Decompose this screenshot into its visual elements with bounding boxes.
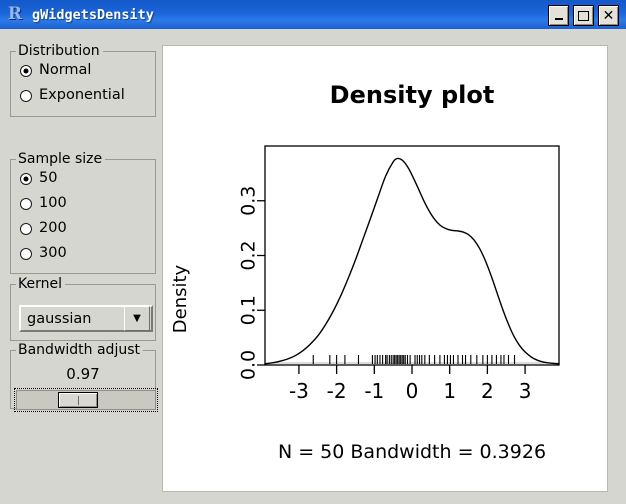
svg-text:-2: -2 <box>327 379 347 403</box>
kernel-legend: Kernel <box>16 276 65 292</box>
close-button[interactable]: ✕ <box>598 5 619 26</box>
svg-text:0.3: 0.3 <box>238 186 260 216</box>
radio-icon-300 <box>20 247 32 260</box>
svg-text:0.0: 0.0 <box>238 350 260 380</box>
svg-text:0.2: 0.2 <box>238 240 260 270</box>
svg-text:1: 1 <box>443 379 456 403</box>
bandwidth-slider[interactable] <box>14 388 158 412</box>
radio-icon-50 <box>20 172 32 185</box>
plot-background <box>163 46 607 491</box>
minimize-button[interactable] <box>548 5 569 26</box>
radio-label-300: 300 <box>39 245 67 262</box>
bandwidth-value: 0.97 <box>66 365 100 383</box>
chevron-down-icon[interactable]: ▼ <box>124 306 150 331</box>
kernel-selected-value: gaussian <box>27 310 92 327</box>
sample-size-legend: Sample size <box>16 151 106 167</box>
svg-text:3: 3 <box>519 379 532 403</box>
svg-text:-1: -1 <box>364 379 384 403</box>
distribution-group: Distribution Normal Exponential <box>10 43 156 117</box>
svg-text:0.1: 0.1 <box>238 295 260 325</box>
chart-title: Density plot <box>330 81 495 109</box>
radio-label-normal: Normal <box>39 62 92 79</box>
radio-icon-normal <box>20 64 32 77</box>
radio-sample-size-50[interactable]: 50 <box>11 166 155 191</box>
maximize-icon <box>578 10 589 21</box>
radio-sample-size-200[interactable]: 200 <box>11 216 155 241</box>
radio-sample-size-100[interactable]: 100 <box>11 191 155 216</box>
sample-size-group: Sample size 50 100 200 300 <box>10 151 156 274</box>
svg-text:-3: -3 <box>289 379 309 403</box>
application-window: R gWidgetsDensity ✕ Distribution Normal <box>0 0 626 504</box>
bandwidth-group: Bandwidth adjust 0.97 <box>10 342 158 412</box>
radio-label-exponential: Exponential <box>39 87 125 104</box>
title-bar[interactable]: R gWidgetsDensity ✕ <box>0 0 626 29</box>
window-buttons: ✕ <box>548 5 623 26</box>
r-logo-icon: R <box>7 4 23 24</box>
radio-distribution-exponential[interactable]: Exponential <box>11 83 155 108</box>
svg-text:2: 2 <box>481 379 494 403</box>
maximize-button[interactable] <box>573 5 594 26</box>
kernel-group: Kernel gaussian ▼ <box>10 276 156 341</box>
bandwidth-slider-thumb[interactable] <box>58 392 98 408</box>
radio-sample-size-300[interactable]: 300 <box>11 241 155 266</box>
close-icon: ✕ <box>602 7 615 24</box>
radio-icon-200 <box>20 222 32 235</box>
density-plot: Density plot Density 0.0 0.1 0.2 0.3 -3 -2 -1… <box>163 46 607 491</box>
radio-icon-100 <box>20 197 32 210</box>
radio-label-100: 100 <box>39 195 67 212</box>
svg-text:0: 0 <box>406 379 419 403</box>
radio-label-200: 200 <box>39 220 67 237</box>
kernel-select[interactable]: gaussian ▼ <box>19 305 153 332</box>
radio-icon-exponential <box>20 89 32 102</box>
control-panel: Distribution Normal Exponential Sample s… <box>0 29 162 504</box>
radio-label-50: 50 <box>39 170 58 187</box>
chart-subtitle: N = 50 Bandwidth = 0.3926 <box>278 441 546 463</box>
y-axis-label: Density <box>170 264 191 333</box>
radio-distribution-normal[interactable]: Normal <box>11 58 155 83</box>
window-title: gWidgetsDensity <box>32 6 154 23</box>
plot-panel: Density plot Density 0.0 0.1 0.2 0.3 -3 -2 -1… <box>162 45 608 492</box>
minimize-icon <box>554 18 563 20</box>
distribution-legend: Distribution <box>16 43 103 59</box>
bandwidth-legend: Bandwidth adjust <box>16 342 143 358</box>
